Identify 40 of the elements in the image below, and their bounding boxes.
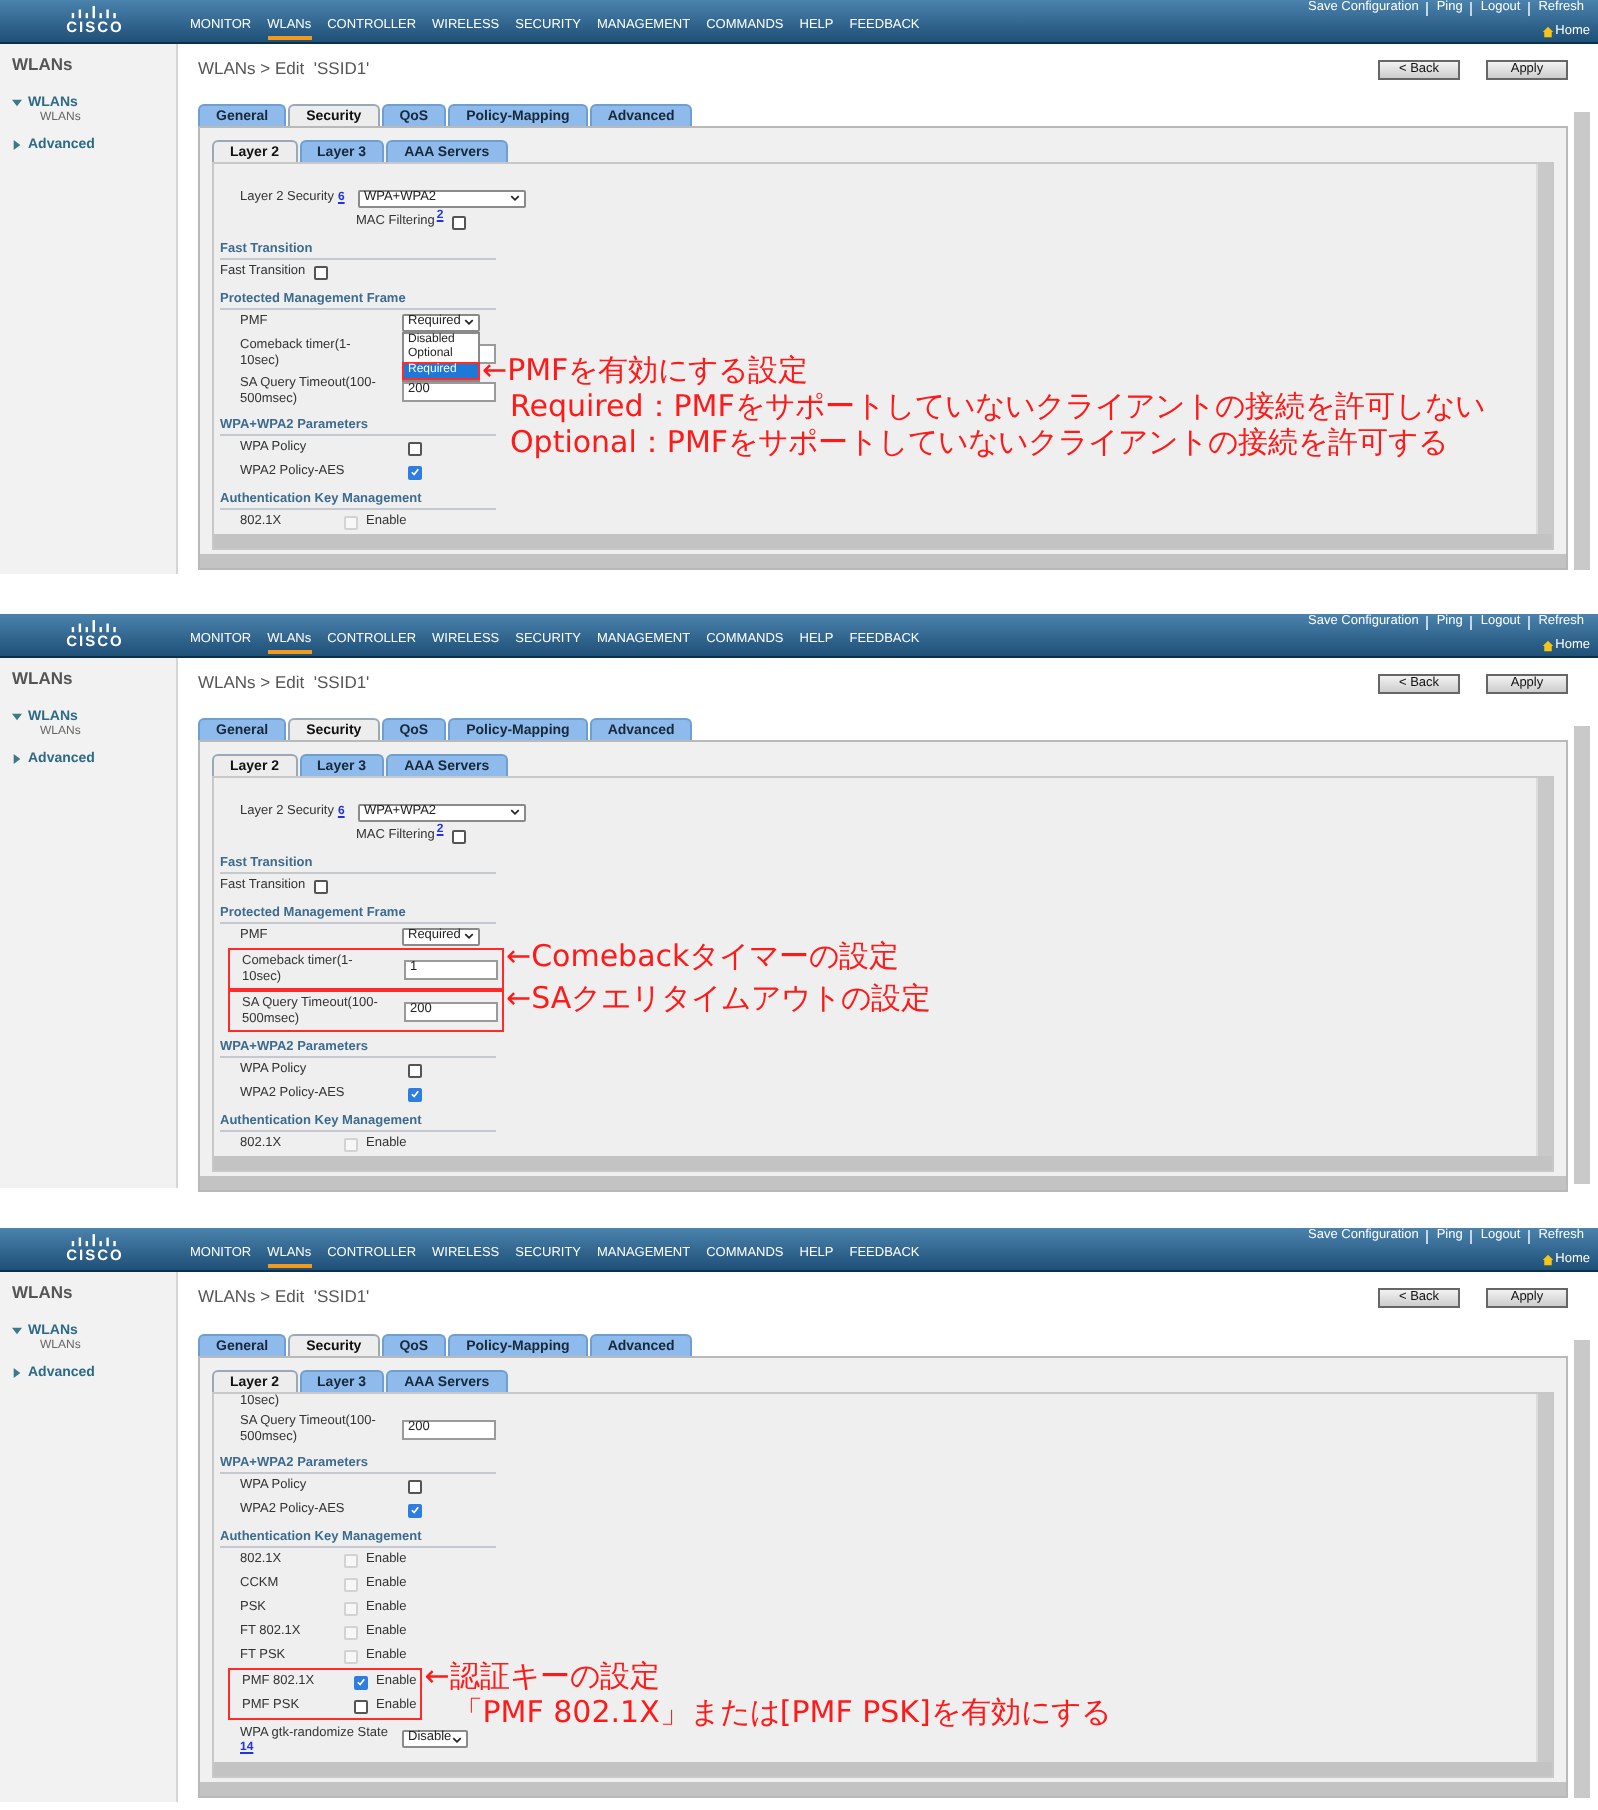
- annotation-text: 「PMF 802.1X」または[PMF PSK]を有効にする: [451, 1694, 1111, 1730]
- sidebar-title: WLANs: [12, 56, 75, 73]
- home-icon: [1541, 25, 1554, 38]
- checkbox[interactable]: [313, 879, 328, 893]
- logo-bars-icon: [69, 620, 121, 635]
- checkbox[interactable]: [408, 1479, 422, 1493]
- sidebar-title: WLANs: [12, 670, 75, 687]
- annotation-text: Optional：PMFをサポートしていないクライアントの接続を許可する: [508, 423, 1451, 459]
- checkbox[interactable]: [408, 1503, 422, 1517]
- checkbox[interactable]: [354, 1675, 368, 1689]
- sidebar-title: WLANs: [12, 1284, 75, 1301]
- page-title: WLANs > Edit 'SSID1': [198, 674, 370, 691]
- caret-icon: [509, 808, 520, 816]
- check-icon: [356, 1676, 366, 1688]
- checkbox[interactable]: [408, 465, 422, 479]
- caret-icon: [452, 1735, 462, 1743]
- caret-icon: [509, 194, 520, 202]
- checkbox[interactable]: [408, 441, 422, 455]
- home-icon: [1541, 1253, 1554, 1266]
- check-icon: [410, 1088, 420, 1100]
- page-title: WLANs > Edit 'SSID1': [198, 60, 370, 77]
- annotation-text: ←Comebackタイマーの設定: [506, 938, 900, 974]
- annotation-text: Required：PMFをサポートしていないクライアントの接続を許可しない: [508, 387, 1485, 423]
- check-icon: [410, 1504, 420, 1516]
- home-icon: [1541, 639, 1554, 652]
- checkbox[interactable]: [451, 829, 466, 843]
- logo-bars-icon: [69, 1234, 121, 1249]
- checkbox[interactable]: [408, 1063, 422, 1077]
- annotation-text: ←認証キーの設定: [424, 1658, 662, 1694]
- checkbox[interactable]: [313, 265, 328, 279]
- checkbox[interactable]: [354, 1699, 368, 1713]
- caret-icon: [464, 932, 474, 940]
- checkbox[interactable]: [451, 215, 466, 229]
- annotation-text: ←SAクエリタイムアウトの設定: [506, 980, 932, 1016]
- checkbox[interactable]: [408, 1087, 422, 1101]
- check-icon: [410, 466, 420, 478]
- caret-icon: [464, 318, 474, 326]
- annotation-text: ←PMFを有効にする設定: [482, 351, 811, 387]
- logo-bars-icon: [69, 6, 121, 21]
- page-title: WLANs > Edit 'SSID1': [198, 1288, 370, 1305]
